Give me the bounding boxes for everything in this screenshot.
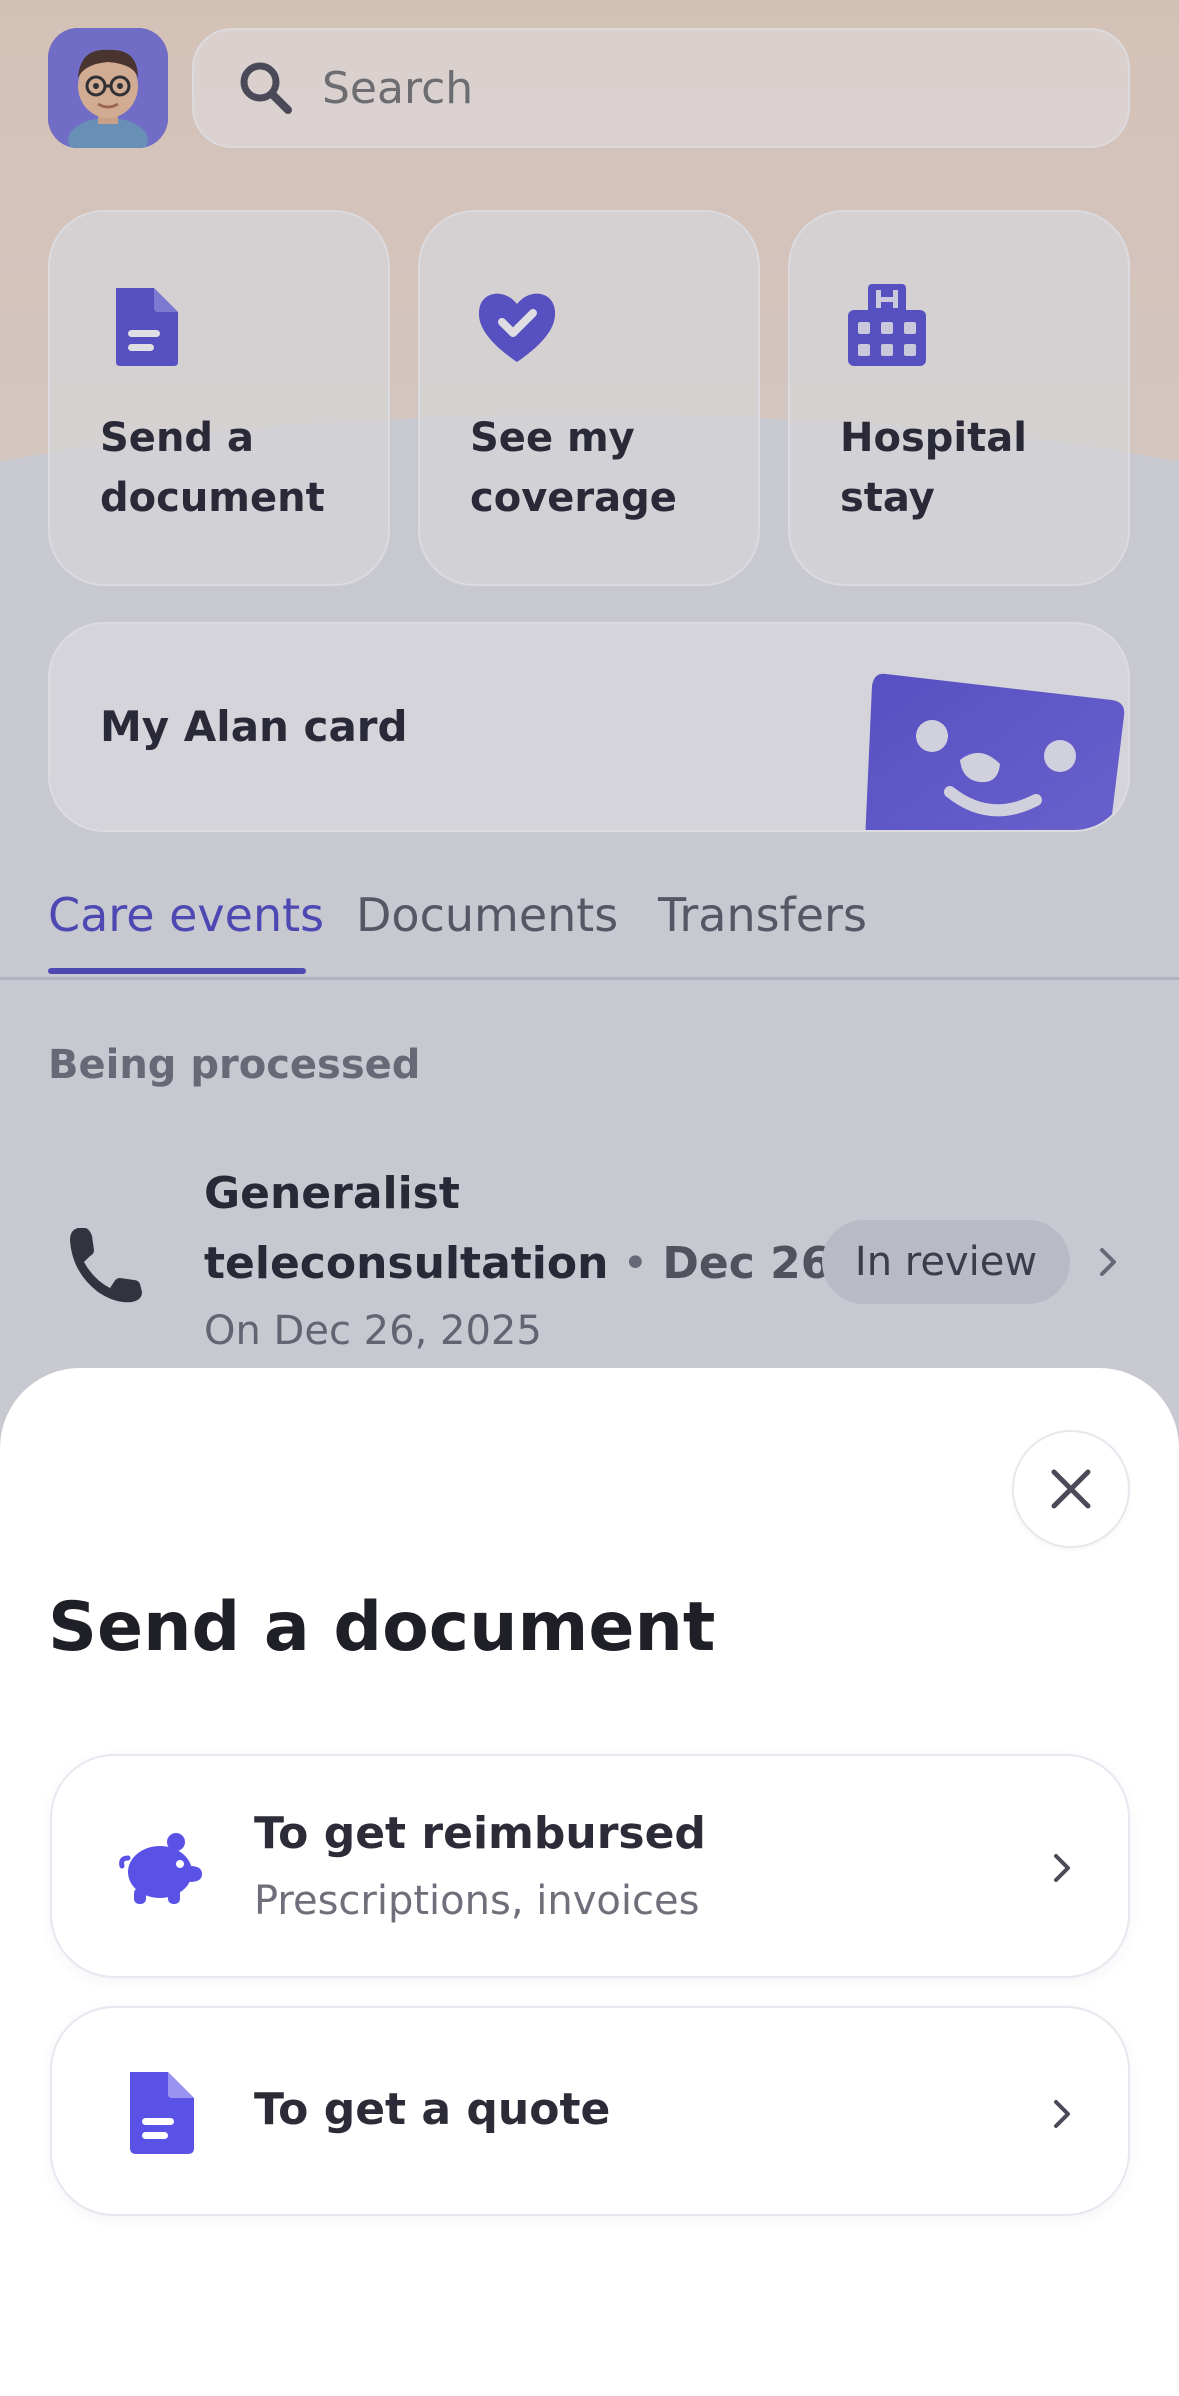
document-icon — [130, 2072, 194, 2154]
option-title: To get reimbursed — [254, 1808, 706, 1859]
app-background: Send a document See my coverage Hospital… — [0, 0, 1179, 2396]
option-title: To get a quote — [254, 2084, 611, 2135]
piggy-bank-icon — [119, 1833, 202, 1904]
option-reimbursed[interactable]: To get reimbursed Prescriptions, invoice… — [50, 1754, 1130, 1978]
bottom-sheet: Send a document To get reimbursed Prescr… — [0, 1368, 1179, 2396]
option-quote[interactable]: To get a quote — [50, 2006, 1130, 2216]
close-icon — [1051, 1469, 1091, 1509]
chevron-right-icon — [1054, 2100, 1070, 2128]
option-subtitle: Prescriptions, invoices — [254, 1878, 700, 1924]
chevron-right-icon — [1054, 1854, 1070, 1882]
close-button[interactable] — [1012, 1430, 1130, 1548]
sheet-title: Send a document — [48, 1588, 716, 1667]
